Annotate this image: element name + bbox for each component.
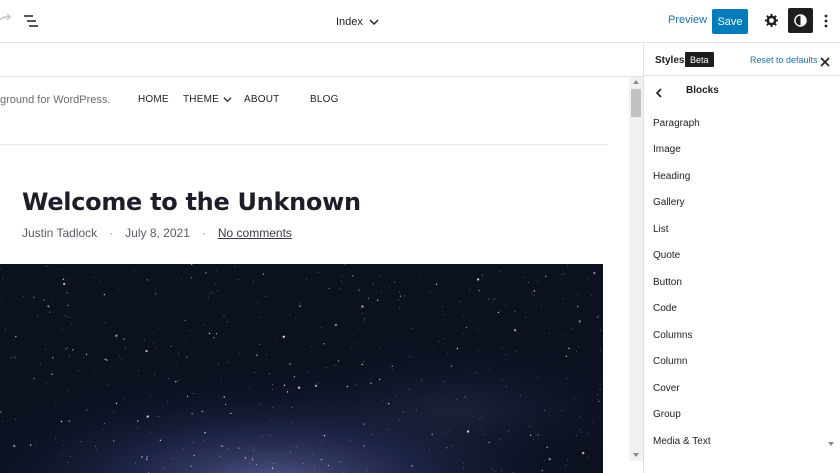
editor-toolbar: Index Preview Save [0,0,840,43]
block-item-quote[interactable]: Quote [644,243,824,270]
beta-badge: Beta [685,52,714,67]
nav-item-about[interactable]: ABOUT [244,94,279,105]
divider [0,76,643,77]
more-vertical-icon[interactable] [824,13,829,29]
block-item-columns[interactable]: Columns [644,322,824,349]
post-meta: Justin Tadlock · July 8, 2021 · No comme… [22,226,292,240]
save-button[interactable]: Save [712,9,748,34]
block-item-paragraph[interactable]: Paragraph [644,110,824,137]
block-item-list[interactable]: List [644,216,824,243]
document-title: Index [336,16,363,28]
scroll-thumb[interactable] [631,89,641,117]
post-title[interactable]: Welcome to the Unknown [22,188,361,216]
block-item-image[interactable]: Image [644,137,824,164]
post-author[interactable]: Justin Tadlock [22,226,97,240]
editor-canvas: ground for WordPress. HOME THEME ABOUT B… [0,44,643,473]
styles-toggle-button[interactable] [788,8,813,33]
night-sky-image [0,264,603,473]
block-item-column[interactable]: Column [644,349,824,376]
chevron-down-icon [369,19,379,25]
scroll-down-arrow[interactable] [633,453,639,457]
canvas-scrollbar[interactable] [629,77,643,461]
document-title-dropdown[interactable]: Index [336,13,379,31]
meta-separator: · [201,226,206,240]
nav-item-blog[interactable]: BLOG [310,94,339,105]
scroll-up-arrow[interactable] [633,80,639,84]
list-view-icon[interactable] [24,14,38,28]
panel-title: Blocks [686,85,719,96]
meta-separator: · [109,226,114,240]
close-icon[interactable] [820,54,830,67]
sidebar-title: Styles [655,55,685,66]
reset-to-defaults-button[interactable]: Reset to defaults [750,55,818,65]
block-item-heading[interactable]: Heading [644,163,824,190]
half-circle-contrast-icon [794,14,807,27]
post-comments-link[interactable]: No comments [218,226,292,240]
nav-item-home[interactable]: HOME [138,94,169,105]
block-item-button[interactable]: Button [644,269,824,296]
block-item-group[interactable]: Group [644,402,824,429]
nav-item-theme-label: THEME [183,94,219,105]
block-item-code[interactable]: Code [644,296,824,323]
gear-icon[interactable] [765,14,778,27]
chevron-left-icon[interactable] [655,85,664,98]
styles-sidebar: Styles Beta Reset to defaults Blocks Par… [643,44,840,473]
scroll-down-arrow[interactable] [828,442,834,446]
block-item-gallery[interactable]: Gallery [644,190,824,217]
nav-item-theme[interactable]: THEME [183,94,232,105]
redo-icon[interactable] [0,13,12,29]
block-item-cover[interactable]: Cover [644,375,824,402]
chevron-down-icon [223,97,232,103]
featured-image[interactable] [0,264,603,473]
sidebar-header: Styles Beta Reset to defaults [644,44,840,76]
post-date[interactable]: July 8, 2021 [125,226,190,240]
block-item-media-text[interactable]: Media & Text [644,428,824,455]
site-tagline[interactable]: ground for WordPress. [0,94,110,106]
preview-button[interactable]: Preview [668,14,707,26]
header-separator [0,144,608,145]
blocks-list: Paragraph Image Heading Gallery List Quo… [644,110,824,455]
